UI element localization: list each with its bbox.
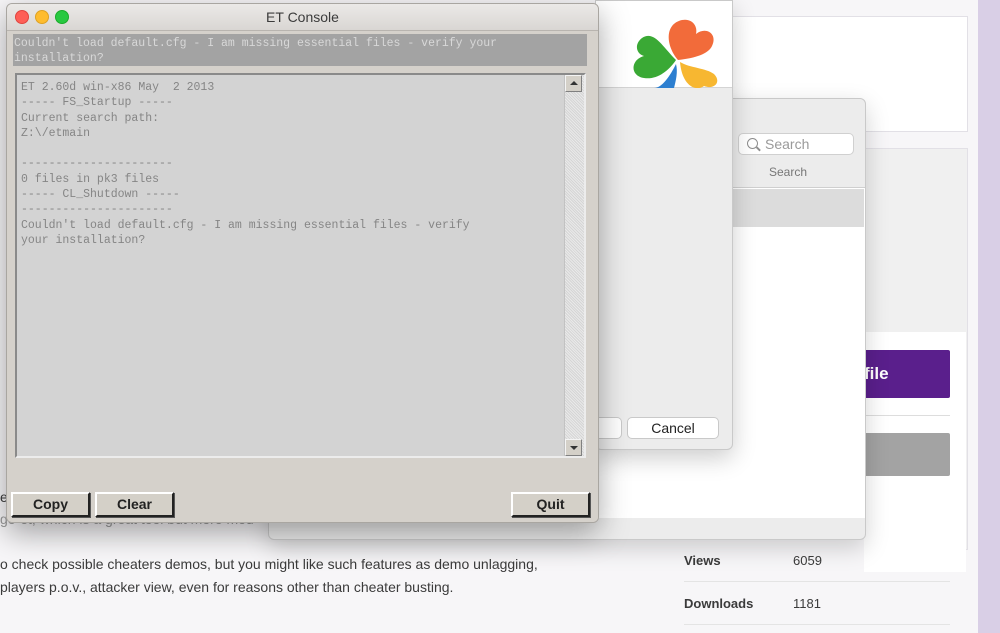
window-titlebar[interactable]: ET Console (7, 4, 598, 31)
clover-leaf-yellow (680, 62, 718, 88)
clover-logo (633, 19, 718, 88)
stat-label-downloads: Downloads (684, 596, 754, 611)
console-output[interactable]: ET 2.60d win-x86 May 2 2013 ----- FS_Sta… (15, 73, 586, 458)
file-list-selected-row[interactable] (729, 189, 864, 227)
scroll-down-arrow-icon (570, 446, 578, 450)
side-divider (864, 415, 950, 416)
error-message: Couldn't load default.cfg - I am missing… (13, 34, 587, 66)
secondary-button[interactable] (864, 433, 950, 476)
clover-leaf-orange (668, 19, 714, 61)
stat-divider (684, 624, 950, 625)
stat-label-views: Views (684, 553, 721, 568)
description-line-1: o check possible cheaters demos, but you… (0, 556, 538, 572)
search-placeholder: Search (765, 136, 810, 152)
description-line-2: players p.o.v., attacker view, even for … (0, 579, 454, 595)
dialog-secondary-button[interactable] (596, 417, 622, 439)
scroll-down-button[interactable] (565, 439, 582, 456)
console-scrollbar[interactable] (564, 75, 584, 456)
stat-divider (684, 581, 950, 582)
clear-button[interactable]: Clear (95, 492, 174, 517)
scroll-up-button[interactable] (565, 75, 582, 92)
et-console-window: ET Console Couldn't load default.cfg - I… (6, 3, 599, 523)
search-caption: Search (769, 165, 808, 179)
console-button-bar: Copy Clear Quit (7, 460, 598, 522)
search-icon (747, 138, 758, 149)
quit-button[interactable]: Quit (511, 492, 590, 517)
cancel-button[interactable]: Cancel (627, 417, 719, 439)
download-button-label: file (864, 364, 889, 383)
search-input[interactable]: Search (738, 133, 854, 155)
stat-value-views: 6059 (793, 553, 822, 568)
scroll-up-arrow-icon (570, 81, 578, 85)
window-title: ET Console (266, 9, 339, 25)
page-side-strip (978, 0, 1000, 633)
stat-value-downloads: 1181 (793, 596, 821, 611)
console-log-text: ET 2.60d win-x86 May 2 2013 ----- FS_Sta… (21, 81, 470, 247)
copy-button[interactable]: Copy (11, 492, 90, 517)
